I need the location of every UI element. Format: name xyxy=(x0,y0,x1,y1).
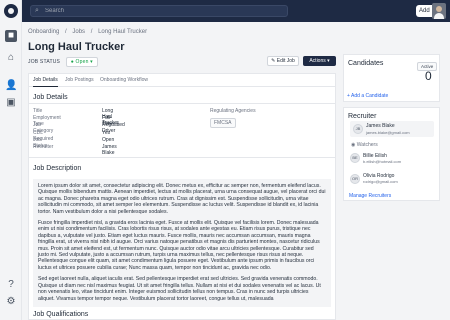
description-paragraph: Fusce fringilla imperdiet nisl, a gravid… xyxy=(38,220,320,271)
recruiter-heading: Recruiter xyxy=(348,113,377,120)
job-panel: Job Details Job Postings Onboarding Work… xyxy=(28,73,336,320)
settings-icon[interactable]: ⚙ xyxy=(5,296,17,308)
job-description-heading: Job Description xyxy=(33,165,82,172)
divider xyxy=(29,157,335,158)
recruiter-name: James Blake xyxy=(366,123,395,129)
manage-recruiters-link[interactable]: Manage Recruiters xyxy=(349,193,391,199)
help-icon[interactable]: ? xyxy=(5,279,17,291)
recruiter-email: james.blake@gmail.com xyxy=(366,130,410,135)
briefcase-icon[interactable]: ▣ xyxy=(5,97,17,109)
app-logo[interactable] xyxy=(4,4,18,18)
description-paragraph: Sed eget laoreet nulla, aliquet iaculis … xyxy=(38,276,321,302)
tab-job-postings[interactable]: Job Postings xyxy=(65,77,94,83)
candidates-heading: Candidates xyxy=(348,60,384,67)
tab-onboarding-workflow[interactable]: Onboarding Workflow xyxy=(100,77,148,83)
detail-key: Recruiter xyxy=(33,143,54,150)
watchers-text: Watchers xyxy=(356,142,378,148)
avatar: JB xyxy=(353,124,363,134)
actions-label: Actions xyxy=(309,58,326,64)
breadcrumb-separator: / xyxy=(65,29,67,35)
breadcrumb-onboarding[interactable]: Onboarding xyxy=(28,29,59,35)
tab-job-details[interactable]: Job Details xyxy=(33,77,58,87)
add-button-label: Add xyxy=(419,8,430,14)
search-icon: ⌕ xyxy=(35,7,39,14)
search-input[interactable] xyxy=(45,6,275,16)
regulating-agencies-label: Regulating Agencies xyxy=(210,108,256,114)
edit-job-button[interactable]: ✎ Edit Job xyxy=(267,56,299,66)
watcher-email: rodrigo@gmail.com xyxy=(363,179,398,184)
detail-value: Yes xyxy=(102,129,111,136)
watchers-label: ◉ Watchers xyxy=(351,142,378,148)
status-value: Open xyxy=(75,59,89,65)
breadcrumb-jobs[interactable]: Jobs xyxy=(72,29,85,35)
divider xyxy=(29,103,335,104)
breadcrumb-separator: / xyxy=(90,29,93,35)
status-select[interactable]: ● Open ▾ xyxy=(65,57,98,67)
left-rail: ■ ⌂ 👤 ▣ ? ⚙ xyxy=(0,0,22,320)
search-box[interactable]: ⌕ xyxy=(30,5,288,17)
add-candidate-link[interactable]: + Add a Candidate xyxy=(347,93,388,99)
avatar: OR xyxy=(350,174,360,184)
candidate-count: 0 xyxy=(425,69,432,83)
page-title: Long Haul Trucker xyxy=(28,41,125,53)
user-avatar[interactable] xyxy=(432,3,446,19)
edit-job-label: Edit Job xyxy=(276,58,295,64)
avatar: BE xyxy=(350,153,360,163)
detail-value: Open xyxy=(102,136,115,143)
job-status-row: JOB STATUS ● Open ▾ xyxy=(28,57,98,67)
tab-bar: Job Details Job Postings Onboarding Work… xyxy=(29,74,335,87)
agency-chip: FMCSA xyxy=(210,118,236,128)
job-status-label: JOB STATUS xyxy=(28,59,61,65)
detail-value: James Blake xyxy=(102,143,117,156)
users-icon[interactable]: 👤 xyxy=(5,80,17,92)
home-icon[interactable]: ⌂ xyxy=(5,52,17,64)
job-details-heading: Job Details xyxy=(33,94,68,101)
watcher-email: b.eilish@hotmail.com xyxy=(363,159,402,164)
job-description-body: Lorem ipsum dolor sit amet, consectetur … xyxy=(33,179,331,307)
actions-button[interactable]: Actions ▾ xyxy=(303,56,336,66)
top-bar: ⌕ Add ▾ xyxy=(22,0,450,22)
grid-icon[interactable]: ■ xyxy=(5,30,17,42)
breadcrumb: Onboarding / Jobs / Long Haul Trucker xyxy=(28,29,151,35)
breadcrumb-current: Long Haul Trucker xyxy=(98,29,148,35)
detail-key: Title xyxy=(33,108,43,114)
description-paragraph: Lorem ipsum dolor sit amet, consectetur … xyxy=(38,183,326,215)
job-qualifications-heading: Job Qualifications xyxy=(33,311,89,318)
